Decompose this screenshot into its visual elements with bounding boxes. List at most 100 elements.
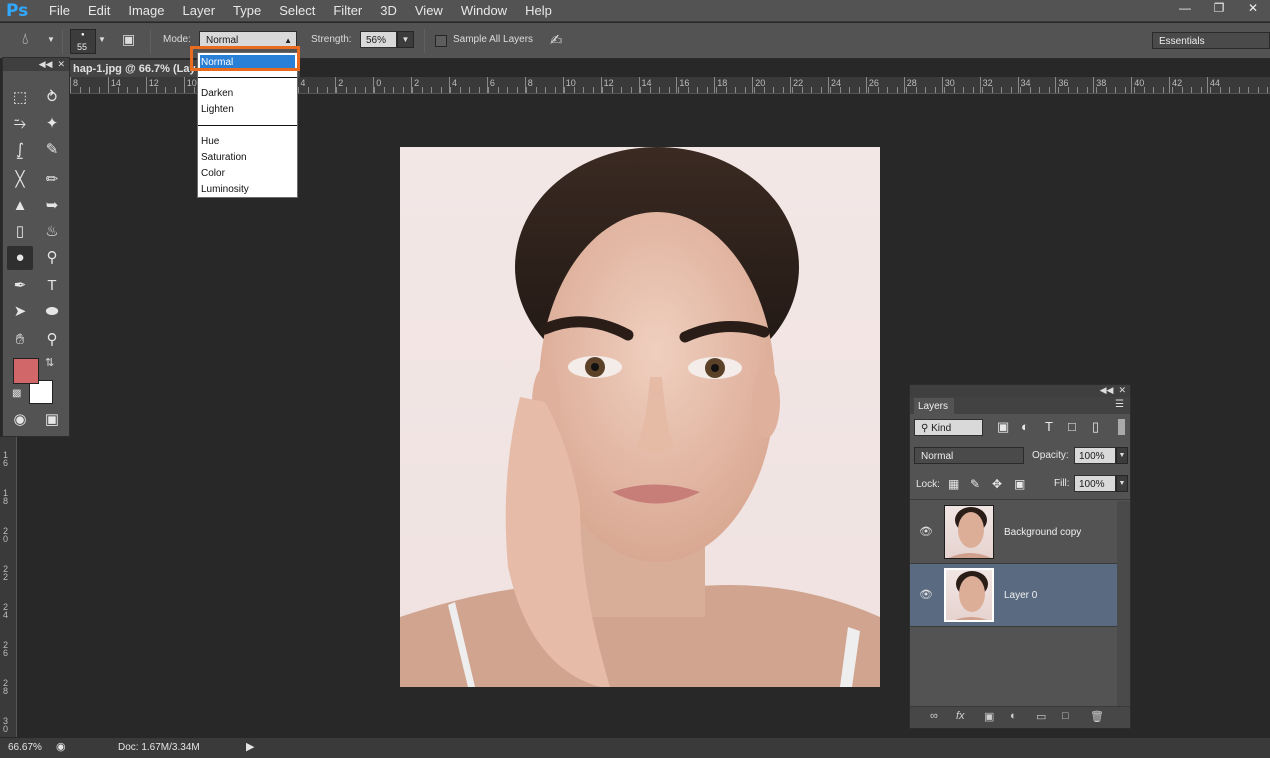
opacity-slider-button[interactable]: ▼ xyxy=(1116,447,1128,464)
brush-panel-toggle-icon[interactable]: ▣ xyxy=(122,31,135,48)
close-button[interactable]: ✕ xyxy=(1236,0,1270,16)
mode-select[interactable]: Normal ▲ xyxy=(199,31,297,48)
layer-row[interactable]: 👁︎ Background copy xyxy=(910,501,1117,564)
layers-scrollbar[interactable] xyxy=(1117,501,1130,707)
brush-dropdown-arrow-icon[interactable]: ▼ xyxy=(98,35,106,44)
menu-window[interactable]: Window xyxy=(452,0,516,22)
strength-input[interactable]: 56% xyxy=(360,31,397,48)
crop-tool-icon[interactable]: ⨜ xyxy=(7,138,33,162)
pressure-strength-icon[interactable]: ✍︎ xyxy=(550,31,563,49)
new-layer-icon[interactable]: □ xyxy=(1062,710,1069,722)
fill-input[interactable]: 100% xyxy=(1074,475,1116,492)
layer-row-selected[interactable]: 👁︎ Layer 0 xyxy=(910,564,1117,627)
mode-option-normal[interactable]: Normal xyxy=(200,55,295,70)
layers-panel-header[interactable]: ◀◀ ✕ xyxy=(910,385,1130,397)
path-selection-tool-icon[interactable]: ➤ xyxy=(7,300,33,324)
ruler-tick xyxy=(450,87,451,93)
tools-panel-header[interactable]: ◀◀ ✕ xyxy=(3,58,69,71)
menu-view[interactable]: View xyxy=(406,0,452,22)
lock-all-icon[interactable]: ▣ xyxy=(1014,477,1025,491)
blur-tool-icon[interactable]: ● xyxy=(7,246,33,270)
brush-size-picker[interactable]: ● 55 xyxy=(70,29,96,54)
lock-position-icon[interactable]: ✥ xyxy=(992,477,1002,491)
mode-option-color[interactable]: Color xyxy=(200,166,295,181)
panel-menu-icon[interactable]: ☰ xyxy=(1115,399,1124,410)
smart-object-filter-icon[interactable]: ▯ xyxy=(1092,419,1099,435)
shape-filter-icon[interactable]: □ xyxy=(1068,419,1076,434)
quick-selection-tool-icon[interactable]: ✦ xyxy=(39,112,65,136)
blend-mode-select[interactable]: Normal xyxy=(914,447,1024,464)
mode-option-darken[interactable]: Darken xyxy=(200,86,295,101)
menu-3d[interactable]: 3D xyxy=(371,0,406,22)
options-bar: 💧︎ ▼ ● 55 ▼ ▣ Mode: Normal ▲ Strength: 5… xyxy=(0,23,1270,59)
delete-layer-icon[interactable]: 🗑︎ xyxy=(1090,710,1104,723)
link-layers-icon[interactable]: ∞ xyxy=(930,710,938,722)
mode-option-lighten[interactable]: Lighten xyxy=(200,102,295,117)
clone-stamp-tool-icon[interactable]: ▲ xyxy=(7,194,33,218)
ruler-tick xyxy=(706,87,708,93)
adjustment-layer-icon[interactable]: ◐ xyxy=(1010,710,1017,722)
adjustment-filter-icon[interactable]: ◐ xyxy=(1021,419,1029,434)
visibility-eye-icon[interactable]: 👁︎ xyxy=(919,588,933,601)
quick-mask-icon[interactable]: ◉ xyxy=(7,408,33,432)
add-mask-icon[interactable]: ▣ xyxy=(984,710,994,723)
menu-type[interactable]: Type xyxy=(224,0,270,22)
foreground-color-swatch[interactable] xyxy=(13,358,39,384)
document-image[interactable] xyxy=(400,147,880,687)
filter-kind-select[interactable]: ⚲ Kind xyxy=(914,419,983,436)
menu-edit[interactable]: Edit xyxy=(79,0,119,22)
restore-button[interactable]: ❐ xyxy=(1202,0,1236,16)
eraser-tool-icon[interactable]: ▯ xyxy=(7,220,33,244)
fx-icon[interactable]: fx xyxy=(956,710,965,722)
zoom-tool-icon[interactable]: ⚲ xyxy=(39,328,65,352)
menu-select[interactable]: Select xyxy=(270,0,324,22)
mode-option-saturation[interactable]: Saturation xyxy=(200,150,295,165)
eyedropper-tool-icon[interactable]: ✎ xyxy=(39,138,65,162)
pixel-filter-icon[interactable]: ▣ xyxy=(997,419,1009,435)
ellipse-tool-icon[interactable]: ⬬ xyxy=(39,300,65,324)
visibility-eye-icon[interactable]: 👁︎ xyxy=(919,525,933,538)
healing-brush-tool-icon[interactable]: ╳ xyxy=(7,168,33,192)
opacity-input[interactable]: 100% xyxy=(1074,447,1116,464)
minimize-button[interactable]: — xyxy=(1168,0,1202,16)
type-tool-icon[interactable]: T xyxy=(39,274,65,298)
swap-colors-icon[interactable]: ⇅ xyxy=(45,356,54,369)
workspace-select[interactable]: Essentials xyxy=(1152,32,1270,49)
lock-image-icon[interactable]: ✎ xyxy=(970,477,980,491)
lock-transparency-icon[interactable]: ▦ xyxy=(948,477,959,491)
fill-slider-button[interactable]: ▼ xyxy=(1116,475,1128,492)
status-menu-arrow-icon[interactable]: ▶ xyxy=(246,740,254,753)
blur-tool-preset-icon[interactable]: 💧︎ xyxy=(22,31,28,49)
strength-slider-button[interactable]: ▼ xyxy=(397,31,414,48)
status-info-icon[interactable]: ◉ xyxy=(56,740,66,753)
zoom-level[interactable]: 66.67% xyxy=(8,742,42,753)
move-tool-icon[interactable]: ⥁ xyxy=(39,86,65,110)
brush-tool-icon[interactable]: ✏︎ xyxy=(39,168,65,192)
menu-help[interactable]: Help xyxy=(516,0,561,22)
mode-option-luminosity[interactable]: Luminosity xyxy=(200,182,295,197)
filter-toggle[interactable] xyxy=(1118,419,1125,435)
type-filter-icon[interactable]: T xyxy=(1045,419,1053,434)
mode-option-hue[interactable]: Hue xyxy=(200,134,295,149)
screen-mode-icon[interactable]: ▣ xyxy=(39,408,65,432)
sample-all-layers-checkbox[interactable] xyxy=(435,35,447,47)
ruler-tick xyxy=(782,87,784,93)
marquee-tool-icon[interactable]: ⬚ xyxy=(7,86,33,110)
workspace-value: Essentials xyxy=(1159,36,1205,47)
default-colors-icon[interactable]: ▩ xyxy=(12,388,21,399)
preset-dropdown-arrow-icon[interactable]: ▼ xyxy=(47,35,55,44)
lasso-tool-icon[interactable]: ⥲ xyxy=(7,112,33,136)
menu-image[interactable]: Image xyxy=(119,0,173,22)
pen-tool-icon[interactable]: ✒ xyxy=(7,274,33,298)
dodge-tool-icon[interactable]: ⚲ xyxy=(39,246,65,270)
menu-layer[interactable]: Layer xyxy=(174,0,225,22)
history-brush-tool-icon[interactable]: ➥ xyxy=(39,194,65,218)
layers-tab[interactable]: Layers xyxy=(914,398,954,415)
menu-file[interactable]: File xyxy=(40,0,79,22)
hand-tool-icon[interactable]: ✋︎ xyxy=(7,328,33,352)
new-group-icon[interactable]: ▭ xyxy=(1036,710,1046,723)
menu-filter[interactable]: Filter xyxy=(324,0,371,22)
paint-bucket-tool-icon[interactable]: ♨ xyxy=(39,220,65,244)
ruler-tick xyxy=(1191,87,1192,93)
window-controls: — ❐ ✕ xyxy=(1168,0,1270,18)
